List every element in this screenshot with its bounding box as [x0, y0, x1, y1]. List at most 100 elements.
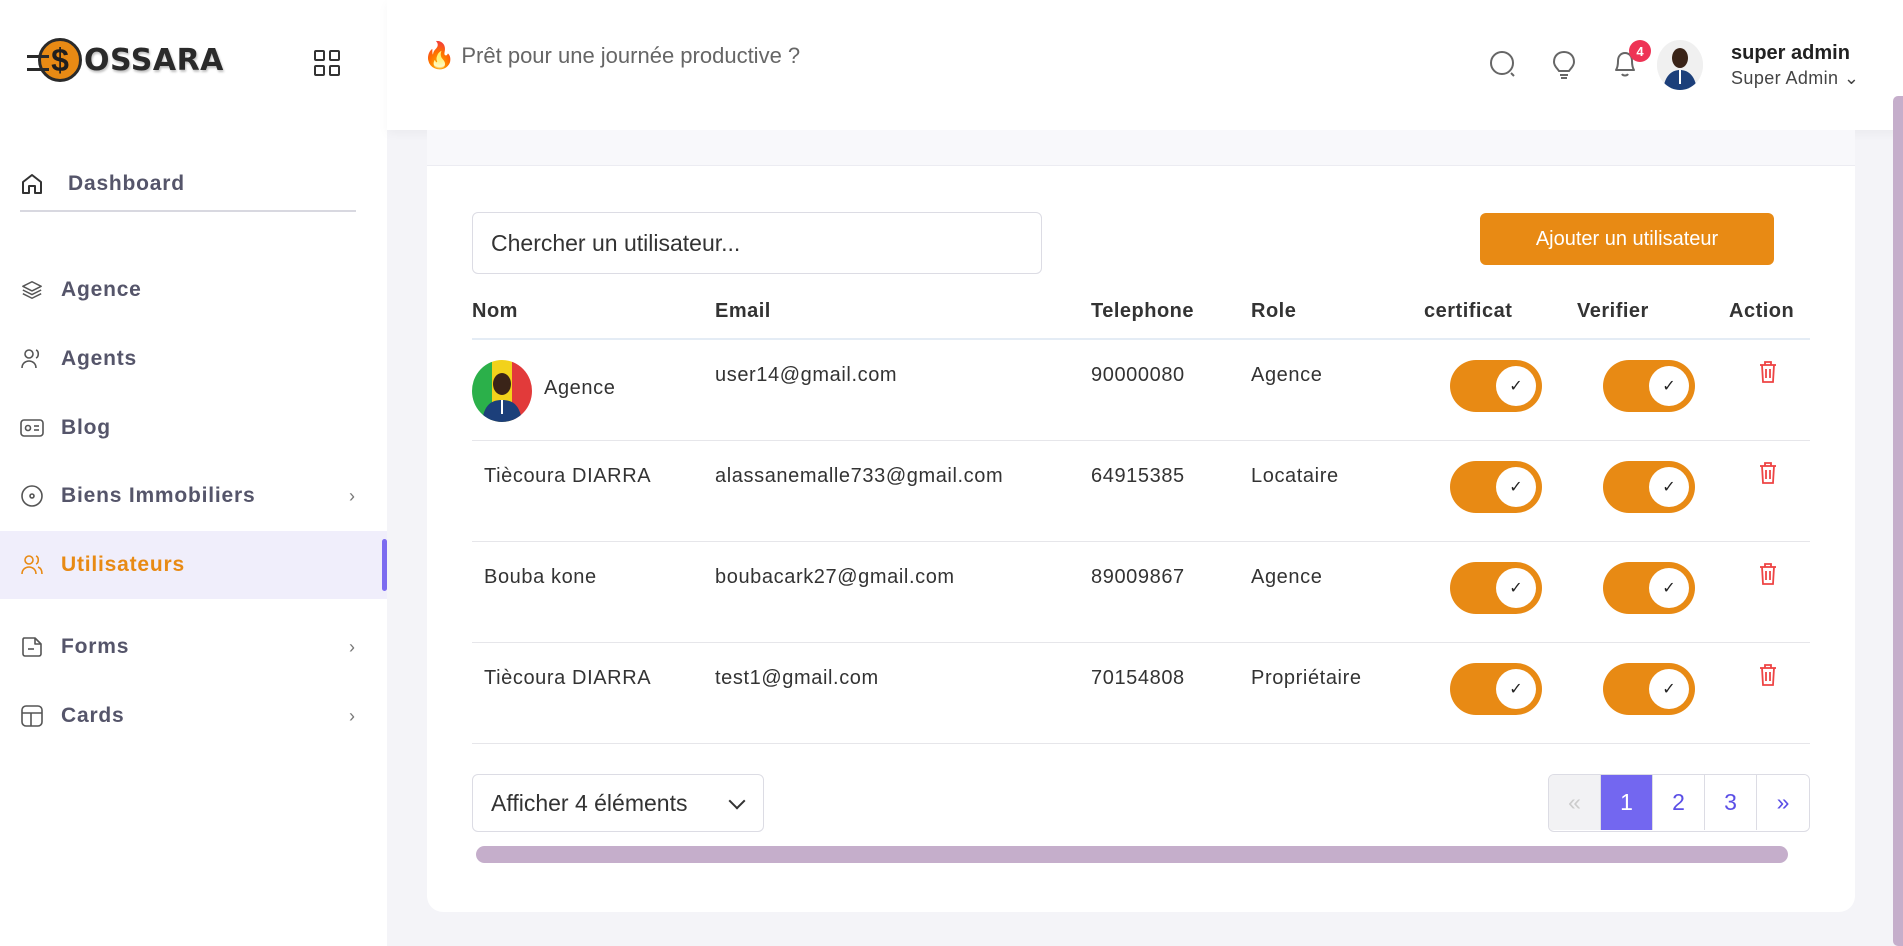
- greeting: 🔥 Prêt pour une journée productive ?: [423, 40, 800, 71]
- greeting-text: Prêt pour une journée productive ?: [461, 42, 801, 68]
- pagination-next[interactable]: »: [1757, 775, 1809, 830]
- table-row: Tiècoura DIARRA alassanemalle733@gmail.c…: [472, 441, 1810, 542]
- table-header: Nom Email Telephone Role certificat Veri…: [472, 290, 1810, 340]
- brand: $ OSSARA: [0, 0, 387, 130]
- sidebar-item-agence[interactable]: Agence: [0, 256, 387, 324]
- sidebar-item-forms[interactable]: Forms ›: [0, 613, 387, 681]
- sidebar-item-label: Agents: [61, 347, 137, 370]
- top-header: 🔥 Prêt pour une journée productive ? 4 s…: [387, 0, 1903, 130]
- sidebar-item-label: Biens Immobiliers: [61, 484, 256, 507]
- user-name[interactable]: super admin: [1731, 42, 1850, 65]
- cell-role: Agence: [1251, 566, 1323, 588]
- pagination: « 1 2 3 »: [1548, 774, 1810, 832]
- trash-icon[interactable]: [1758, 360, 1780, 386]
- cell-role: Agence: [1251, 364, 1323, 386]
- verifier-toggle[interactable]: ✓: [1603, 562, 1695, 614]
- column-header[interactable]: certificat: [1424, 300, 1512, 323]
- users-icon: [20, 347, 44, 371]
- trash-icon[interactable]: [1758, 461, 1780, 487]
- cell-nom: Tiècoura DIARRA: [484, 465, 652, 487]
- search-icon[interactable]: [1489, 50, 1517, 78]
- vertical-scrollbar[interactable]: [1893, 96, 1903, 946]
- page-size-label: Afficher 4 éléments: [491, 789, 688, 816]
- certificat-toggle[interactable]: ✓: [1450, 461, 1542, 513]
- id-card-icon: [20, 416, 44, 440]
- verifier-toggle[interactable]: ✓: [1603, 360, 1695, 412]
- certificat-toggle[interactable]: ✓: [1450, 360, 1542, 412]
- pagination-page-1[interactable]: 1: [1601, 775, 1653, 830]
- certificat-toggle[interactable]: ✓: [1450, 663, 1542, 715]
- lightbulb-icon[interactable]: [1550, 50, 1578, 79]
- cell-nom: Bouba kone: [484, 566, 597, 588]
- check-icon: ✓: [1649, 366, 1689, 406]
- sidebar-item-utilisateurs[interactable]: Utilisateurs: [0, 531, 387, 599]
- trash-icon[interactable]: [1758, 562, 1780, 588]
- cell-email: test1@gmail.com: [715, 667, 879, 689]
- sidebar-item-label: Dashboard: [68, 172, 185, 195]
- table-row: Agence user14@gmail.com 90000080 Agence …: [472, 340, 1810, 441]
- column-header[interactable]: Email: [715, 300, 771, 323]
- sidebar-item-cards[interactable]: Cards ›: [0, 682, 387, 750]
- check-icon: ✓: [1649, 669, 1689, 709]
- chevron-down-icon: [728, 792, 746, 810]
- layout-icon: [20, 704, 44, 728]
- sidebar-item-blog[interactable]: Blog: [0, 394, 387, 462]
- avatar: [472, 360, 532, 422]
- card-header: [427, 130, 1855, 166]
- users-card: Ajouter un utilisateur Nom Email Telepho…: [427, 130, 1855, 912]
- sidebar-item-label: Agence: [61, 278, 142, 301]
- grid-menu-icon[interactable]: [314, 50, 340, 76]
- home-icon: [20, 172, 44, 196]
- cell-telephone: 89009867: [1091, 566, 1185, 588]
- pagination-page-3[interactable]: 3: [1705, 775, 1757, 830]
- sidebar: $ OSSARA Dashboard Agence Agents Blog Bi…: [0, 0, 387, 946]
- sidebar-item-label: Utilisateurs: [61, 553, 185, 576]
- cell-telephone: 90000080: [1091, 364, 1185, 386]
- search-input[interactable]: [472, 212, 1042, 274]
- chevron-right-icon: ›: [349, 637, 355, 657]
- chevron-right-icon: ›: [349, 706, 355, 726]
- chevron-right-icon: ›: [349, 486, 355, 506]
- avatar[interactable]: [1657, 40, 1703, 90]
- notification-badge: 4: [1629, 40, 1651, 62]
- verifier-toggle[interactable]: ✓: [1603, 461, 1695, 513]
- check-icon: ✓: [1496, 366, 1536, 406]
- column-header[interactable]: Verifier: [1577, 300, 1649, 323]
- page-size-select[interactable]: Afficher 4 éléments: [472, 774, 764, 832]
- check-icon: ✓: [1649, 568, 1689, 608]
- sidebar-item-agents[interactable]: Agents: [0, 325, 387, 393]
- cell-telephone: 64915385: [1091, 465, 1185, 487]
- check-icon: ✓: [1496, 669, 1536, 709]
- table-row: Tiècoura DIARRA test1@gmail.com 70154808…: [472, 643, 1810, 744]
- layers-icon: [20, 278, 44, 302]
- logo-coin-icon: $: [27, 38, 82, 82]
- check-icon: ✓: [1649, 467, 1689, 507]
- sidebar-item-dashboard[interactable]: Dashboard: [20, 158, 356, 212]
- column-header[interactable]: Nom: [472, 300, 518, 323]
- column-header[interactable]: Action: [1729, 300, 1794, 323]
- cell-telephone: 70154808: [1091, 667, 1185, 689]
- check-icon: ✓: [1496, 568, 1536, 608]
- pagination-page-2[interactable]: 2: [1653, 775, 1705, 830]
- users-icon: [20, 553, 44, 577]
- cell-role: Locataire: [1251, 465, 1339, 487]
- logo[interactable]: $ OSSARA: [27, 38, 224, 82]
- add-user-button[interactable]: Ajouter un utilisateur: [1480, 213, 1774, 265]
- sidebar-item-label: Forms: [61, 635, 130, 658]
- cell-nom: Agence: [544, 377, 616, 399]
- fire-icon: 🔥: [423, 40, 456, 70]
- logo-text: OSSARA: [84, 42, 224, 78]
- sidebar-item-biens-immobiliers[interactable]: Biens Immobiliers ›: [0, 462, 387, 530]
- user-role-dropdown[interactable]: Super Admin ⌄: [1731, 68, 1859, 89]
- sidebar-item-label: Cards: [61, 704, 125, 727]
- verifier-toggle[interactable]: ✓: [1603, 663, 1695, 715]
- horizontal-scrollbar[interactable]: [476, 846, 1788, 863]
- certificat-toggle[interactable]: ✓: [1450, 562, 1542, 614]
- trash-icon[interactable]: [1758, 663, 1780, 689]
- pagination-prev[interactable]: «: [1549, 775, 1601, 830]
- column-header[interactable]: Telephone: [1091, 300, 1194, 323]
- disc-icon: [20, 484, 44, 508]
- cell-role: Propriétaire: [1251, 667, 1362, 689]
- column-header[interactable]: Role: [1251, 300, 1296, 323]
- cell-email: alassanemalle733@gmail.com: [715, 465, 1004, 487]
